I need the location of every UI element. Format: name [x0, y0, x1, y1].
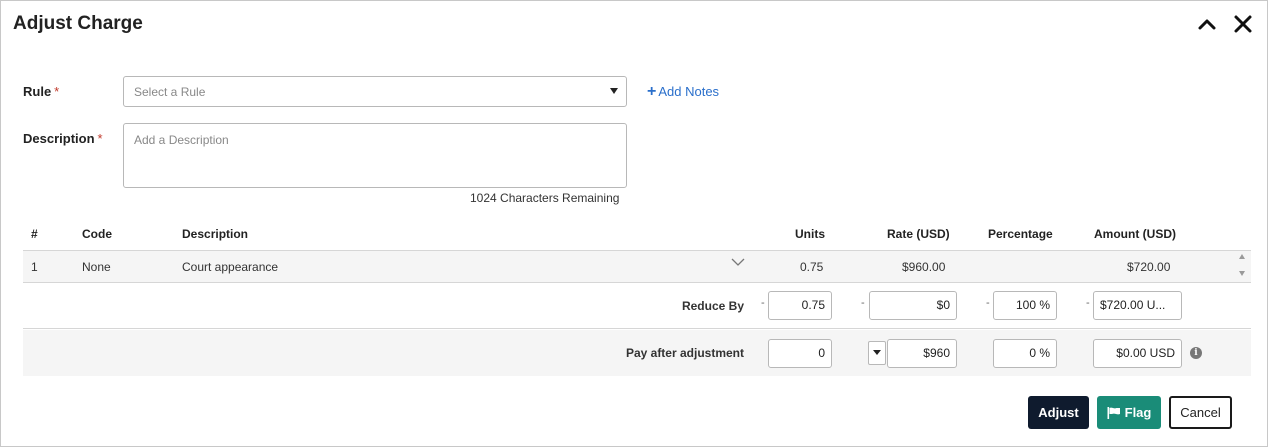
dialog-title: Adjust Charge	[13, 13, 143, 34]
minus-sign: -	[861, 297, 865, 309]
description-placeholder: Add a Description	[134, 133, 229, 147]
adjust-charge-dialog: Adjust Charge Rule * Select a Rule + Add …	[0, 0, 1268, 447]
reduce-rate-input[interactable]: $0	[869, 291, 957, 320]
minus-sign: -	[761, 297, 765, 309]
cancel-button[interactable]: Cancel	[1169, 396, 1232, 429]
characters-remaining: 1024 Characters Remaining	[470, 191, 620, 205]
flag-button-label: Flag	[1124, 405, 1152, 420]
reduce-percentage-input[interactable]: 100 %	[993, 291, 1057, 320]
description-label-text: Description	[23, 131, 95, 146]
add-notes-label: Add Notes	[658, 84, 720, 99]
rule-label: Rule *	[23, 84, 59, 99]
minus-sign: -	[1086, 297, 1090, 309]
info-icon[interactable]: i	[1190, 347, 1202, 359]
caret-down-icon	[610, 88, 618, 94]
description-textarea[interactable]: Add a Description	[123, 123, 627, 188]
required-mark: *	[97, 131, 103, 146]
pay-units-input[interactable]: 0	[768, 339, 832, 368]
row-rate: $960.00	[902, 260, 946, 274]
pay-rate-input[interactable]: $960	[887, 339, 957, 368]
required-mark: *	[54, 84, 60, 99]
row-units: 0.75	[800, 260, 824, 274]
header-number: #	[31, 227, 38, 241]
scroll-up-icon[interactable]	[1239, 254, 1245, 259]
header-amount: Amount (USD)	[1094, 227, 1176, 241]
plus-icon: +	[647, 83, 657, 100]
header-code: Code	[82, 227, 112, 241]
header-description: Description	[182, 227, 249, 241]
flag-icon	[1107, 406, 1120, 419]
scroll-down-icon[interactable]	[1239, 271, 1245, 276]
caret-down-icon	[873, 350, 881, 355]
row-number: 1	[31, 260, 38, 274]
reduce-amount-input[interactable]: $720.00 U...	[1093, 291, 1182, 320]
pay-after-label: Pay after adjustment	[625, 346, 744, 360]
minus-sign: -	[986, 297, 990, 309]
header-units: Units	[795, 227, 825, 241]
pay-amount-input[interactable]: $0.00 USD	[1093, 339, 1182, 368]
add-notes-link[interactable]: + Add Notes	[647, 83, 720, 100]
close-icon[interactable]	[1232, 13, 1254, 35]
rule-select-placeholder: Select a Rule	[134, 85, 206, 99]
rule-label-text: Rule	[23, 84, 52, 99]
header-rate: Rate (USD)	[887, 227, 950, 241]
pay-percentage-input[interactable]: 0 %	[993, 339, 1057, 368]
rate-dropdown-button[interactable]	[868, 341, 886, 365]
description-label: Description *	[23, 131, 103, 146]
adjust-button[interactable]: Adjust	[1028, 396, 1089, 429]
rule-select[interactable]: Select a Rule	[123, 76, 627, 107]
reduce-units-input[interactable]: 0.75	[768, 291, 832, 320]
row-code: None	[82, 260, 111, 274]
header-percentage: Percentage	[988, 227, 1053, 241]
row-amount: $720.00	[1127, 260, 1171, 274]
row-description: Court appearance	[182, 260, 279, 274]
chevron-down-icon[interactable]	[731, 257, 745, 267]
reduce-by-label: Reduce By	[681, 299, 744, 313]
chevron-up-icon[interactable]	[1196, 13, 1218, 35]
flag-button[interactable]: Flag	[1097, 396, 1161, 429]
